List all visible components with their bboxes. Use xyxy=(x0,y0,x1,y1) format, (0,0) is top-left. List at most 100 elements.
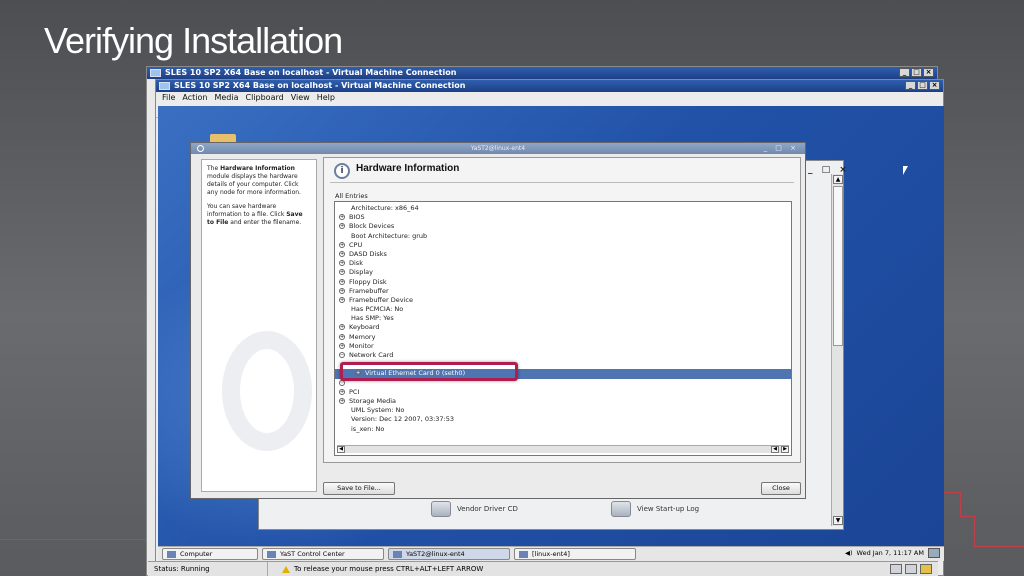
expand-icon[interactable]: + xyxy=(339,250,345,257)
hardware-tree[interactable]: Architecture: x86_64 + BIOS + Block Devices B… xyxy=(334,201,792,456)
vm-connection-icon xyxy=(159,82,170,90)
tree-node[interactable]: + Display xyxy=(335,268,791,277)
terminal-icon xyxy=(519,550,528,558)
task-yast-control-center-label: YaST Control Center xyxy=(280,550,345,558)
yast-window-icon xyxy=(197,145,204,152)
background-window-scrollbar[interactable]: ▲ ▼ xyxy=(831,174,843,526)
decorative-line xyxy=(944,492,960,493)
close-button[interactable]: Close xyxy=(761,482,801,495)
scroll-thumb[interactable] xyxy=(833,186,843,346)
tree-node[interactable]: Has SMP: Yes xyxy=(335,314,791,323)
menu-help[interactable]: Help xyxy=(317,92,335,104)
tree-node-label: Has SMP: Yes xyxy=(351,314,394,323)
expand-icon[interactable]: + xyxy=(339,241,345,248)
outer-window-titlebar[interactable]: SLES 10 SP2 X64 Base on localhost - Virt… xyxy=(147,67,937,79)
expand-icon[interactable]: + xyxy=(339,333,345,340)
menu-media[interactable]: Media xyxy=(214,92,238,104)
tree-node[interactable]: + Block Devices xyxy=(335,222,791,231)
tree-horizontal-scrollbar[interactable]: ◀ ◀ ▶ xyxy=(337,445,789,453)
task-yast-control-center[interactable]: YaST Control Center xyxy=(262,548,384,560)
expand-icon[interactable]: + xyxy=(339,397,345,404)
decorative-line xyxy=(960,492,961,516)
tree-node[interactable]: Has PCMCIA: No xyxy=(335,305,791,314)
expand-icon[interactable]: + xyxy=(339,214,345,221)
tree-node-label: Version: Dec 12 2007, 03:37:53 xyxy=(351,415,455,424)
tree-node[interactable]: + CPU xyxy=(335,241,791,250)
save-to-file-button[interactable]: Save to File... xyxy=(323,482,395,495)
background-window-controls[interactable]: _ □ × xyxy=(808,165,850,175)
all-entries-label: All Entries xyxy=(335,192,368,200)
expand-icon[interactable]: + xyxy=(339,269,345,276)
tree-node[interactable]: − Network Card xyxy=(335,351,791,360)
system-tray: ◀) Wed Jan 7, 11:17 AM xyxy=(845,548,940,558)
yast-titlebar[interactable]: YaST2@linux-ent4 _ □ × xyxy=(191,143,805,154)
scroll-right-icon[interactable]: ◀ xyxy=(771,446,779,453)
task-linux-ent4[interactable]: [linux-ent4] xyxy=(514,548,636,560)
tree-node[interactable]: + Floppy Disk xyxy=(335,278,791,287)
scroll-left-icon[interactable]: ◀ xyxy=(337,446,345,453)
vendor-driver-cd-item[interactable]: Vendor Driver CD xyxy=(431,501,518,517)
yast-hardware-window: YaST2@linux-ent4 _ □ × The Hardware Info… xyxy=(190,142,806,499)
tree-node-label: Storage Media xyxy=(349,396,397,405)
tree-node[interactable]: Boot Architecture: grub xyxy=(335,232,791,241)
minimize-icon[interactable]: _ xyxy=(905,81,916,90)
decorative-line xyxy=(974,516,975,546)
inner-window-titlebar[interactable]: SLES 10 SP2 X64 Base on localhost - Virt… xyxy=(156,80,943,92)
expand-icon[interactable]: + xyxy=(339,223,345,230)
slide-title: Verifying Installation xyxy=(44,20,343,61)
scroll-right-icon[interactable]: ▶ xyxy=(781,446,789,453)
heading-divider xyxy=(330,182,794,183)
tree-node[interactable]: + Framebuffer xyxy=(335,287,791,296)
task-linux-ent4-label: [linux-ent4] xyxy=(532,550,570,558)
tree-node-label: Memory xyxy=(349,332,376,341)
menu-view[interactable]: View xyxy=(291,92,310,104)
scroll-down-icon[interactable]: ▼ xyxy=(833,516,843,525)
tree-node[interactable]: + Storage Media xyxy=(335,397,791,406)
menu-clipboard[interactable]: Clipboard xyxy=(245,92,283,104)
expand-icon[interactable]: + xyxy=(339,260,345,267)
maximize-icon[interactable]: □ xyxy=(911,68,922,77)
task-yast2-linux-ent4[interactable]: YaST2@linux-ent4 xyxy=(388,548,510,560)
tree-node[interactable]: + Disk xyxy=(335,259,791,268)
tree-node[interactable]: + PCI xyxy=(335,388,791,397)
selection-highlight-callout xyxy=(340,362,518,381)
expand-icon[interactable]: + xyxy=(339,287,345,294)
scroll-up-icon[interactable]: ▲ xyxy=(833,175,843,184)
expand-icon[interactable]: + xyxy=(339,324,345,331)
menu-file[interactable]: File xyxy=(162,92,175,104)
tree-node[interactable]: + Monitor xyxy=(335,342,791,351)
yast-window-controls[interactable]: _ □ × xyxy=(764,143,799,154)
close-icon[interactable]: × xyxy=(929,81,940,90)
tree-node[interactable]: + DASD Disks xyxy=(335,250,791,259)
expand-icon[interactable]: + xyxy=(339,388,345,395)
view-startup-log-item[interactable]: View Start-up Log xyxy=(611,501,699,517)
status-icons xyxy=(890,564,932,574)
expand-icon[interactable]: + xyxy=(339,278,345,285)
view-startup-log-label: View Start-up Log xyxy=(637,505,700,513)
task-computer[interactable]: Computer xyxy=(162,548,258,560)
menu-action[interactable]: Action xyxy=(182,92,207,104)
tree-node[interactable]: + Framebuffer Device xyxy=(335,296,791,305)
tree-node[interactable]: is_xen: No xyxy=(335,425,791,434)
tree-node-label: Framebuffer Device xyxy=(349,295,413,304)
minimize-icon[interactable]: _ xyxy=(899,68,910,77)
decorative-line xyxy=(0,539,146,540)
collapse-icon[interactable]: − xyxy=(339,352,345,358)
help-panel: The Hardware Information module displays… xyxy=(201,159,317,492)
vm-status-bar: Status: Running To release your mouse pr… xyxy=(148,561,938,576)
expand-icon[interactable]: + xyxy=(339,296,345,303)
tree-node[interactable]: UML System: No xyxy=(335,406,791,415)
tree-node[interactable]: + Keyboard xyxy=(335,323,791,332)
tree-node-label: Floppy Disk xyxy=(349,277,387,286)
tree-node-label: CPU xyxy=(349,240,363,249)
tree-node[interactable]: + Memory xyxy=(335,333,791,342)
maximize-icon[interactable]: □ xyxy=(917,81,928,90)
clock[interactable]: Wed Jan 7, 11:17 AM xyxy=(857,549,924,557)
tree-node[interactable]: + BIOS xyxy=(335,213,791,222)
tree-node[interactable]: Version: Dec 12 2007, 03:37:53 xyxy=(335,415,791,424)
show-desktop-icon[interactable] xyxy=(928,548,940,558)
tree-node[interactable]: Architecture: x86_64 xyxy=(335,204,791,213)
volume-icon[interactable]: ◀) xyxy=(845,549,853,557)
close-icon[interactable]: × xyxy=(923,68,934,77)
expand-icon[interactable]: + xyxy=(339,342,345,349)
